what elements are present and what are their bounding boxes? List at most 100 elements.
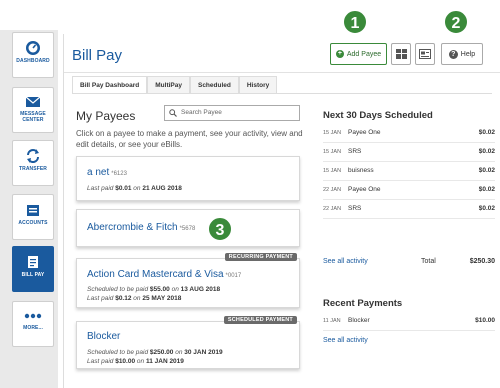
payee-name: Action Card Mastercard & Visa *0017: [87, 269, 242, 280]
page-title: Bill Pay: [72, 47, 123, 64]
tab-divider: [72, 93, 492, 94]
payees-description: Click on a payee to make a payment, see …: [76, 129, 303, 149]
sidebar-item-transfer[interactable]: TRANSFER: [12, 140, 54, 186]
callout-marker-2: 2: [443, 9, 469, 35]
help-label: Help: [460, 50, 476, 58]
payee-account: *6123: [111, 171, 127, 177]
total-value: $250.30: [469, 258, 495, 265]
payees-title: My Payees: [76, 109, 136, 123]
add-payee-button[interactable]: + Add Payee: [330, 43, 387, 65]
payee-card[interactable]: SCHEDULED PAYMENT Blocker Scheduled to b…: [76, 316, 300, 369]
accounts-icon: [27, 205, 39, 216]
search-placeholder: Search Payee: [181, 109, 222, 116]
row-divider: [323, 142, 495, 143]
callout-marker-3: 3: [207, 216, 233, 242]
sidebar-item-label: MESSAGE CENTER: [20, 111, 46, 123]
sidebar-item-label: TRANSFER: [18, 166, 48, 172]
payee-name: Blocker: [87, 331, 121, 342]
help-button[interactable]: ? Help: [441, 43, 483, 65]
row-payee: SRS: [348, 205, 362, 212]
last-paid-line: Last paid $0.01 on 21 AUG 2018: [87, 185, 182, 192]
grid-view-icon: [395, 49, 407, 59]
callout-marker-1: 1: [342, 9, 368, 35]
scheduled-row[interactable]: 15 JAN Payee One $0.02: [323, 125, 495, 143]
bill-pay-icon: [28, 256, 38, 268]
row-amount: $0.02: [478, 148, 495, 155]
sidebar-item-accounts[interactable]: ACCOUNTS: [12, 194, 54, 240]
sidebar-item-label: ACCOUNTS: [18, 220, 48, 226]
scheduled-row[interactable]: 22 JAN Payee One $0.02: [323, 182, 495, 200]
tab-bar: Bill Pay Dashboard MultiPay Scheduled Hi…: [72, 76, 278, 94]
tab-history[interactable]: History: [238, 76, 278, 94]
row-divider: [323, 161, 495, 162]
bill-card-icon: [419, 49, 431, 59]
app-frame: DASHBOARD MESSAGE CENTER TRANSFER ACCOUN…: [0, 0, 500, 388]
total-label: Total: [421, 258, 436, 265]
row-payee: Payee One: [348, 186, 381, 193]
row-date: 15 JAN: [323, 149, 342, 155]
scheduled-row[interactable]: 15 JAN SRS $0.02: [323, 144, 495, 162]
row-date: 15 JAN: [323, 130, 342, 136]
row-payee: SRS: [348, 148, 362, 155]
header-divider: [64, 72, 500, 73]
main-panel: Bill Pay + Add Payee ? Help Bill Pay Das…: [63, 34, 500, 388]
row-divider: [323, 180, 495, 181]
payee-card[interactable]: RECURRING PAYMENT Action Card Mastercard…: [76, 253, 300, 308]
tab-multipay[interactable]: MultiPay: [147, 76, 190, 94]
row-date: 22 JAN: [323, 187, 342, 193]
row-divider: [323, 330, 495, 331]
row-divider: [323, 218, 495, 219]
question-icon: ?: [448, 49, 458, 59]
payee-name: a net *6123: [87, 167, 127, 178]
dashboard-icon: [26, 41, 40, 55]
payee-account: *5678: [179, 226, 196, 232]
scheduled-payment-badge: SCHEDULED PAYMENT: [223, 316, 297, 324]
search-payee-input[interactable]: Search Payee: [164, 105, 300, 121]
envelope-icon: [25, 96, 41, 107]
scheduled-row[interactable]: 15 JAN buisness $0.02: [323, 163, 495, 181]
row-payee: Payee One: [348, 129, 381, 136]
row-payee: buisness: [348, 167, 374, 174]
see-all-recent-link[interactable]: See all activity: [323, 337, 368, 344]
search-icon: [169, 109, 177, 117]
add-payee-label: Add Payee: [346, 50, 382, 58]
payee-card[interactable]: a net *6123 Last paid $0.01 on 21 AUG 201…: [76, 156, 300, 201]
see-all-scheduled-link[interactable]: See all activity: [323, 258, 368, 265]
scheduled-title: Next 30 Days Scheduled: [323, 110, 433, 121]
plus-icon: +: [335, 50, 344, 58]
row-amount: $0.02: [478, 205, 495, 212]
recent-payments-title: Recent Payments: [323, 298, 403, 309]
payee-account: *0017: [225, 273, 242, 279]
row-amount: $0.02: [478, 186, 495, 193]
recurring-payment-badge: RECURRING PAYMENT: [224, 253, 297, 261]
view-toggle-button[interactable]: [391, 43, 411, 65]
sidebar-item-more[interactable]: MORE...: [12, 301, 54, 347]
sidebar-item-label: BILL PAY: [21, 272, 45, 278]
recent-row[interactable]: 11 JAN Blocker $10.00: [323, 313, 495, 331]
transfer-arrows-icon: [27, 149, 39, 163]
sidebar-item-label: DASHBOARD: [16, 58, 50, 64]
scheduled-row[interactable]: 22 JAN SRS $0.02: [323, 201, 495, 219]
tab-bill-pay-dashboard[interactable]: Bill Pay Dashboard: [72, 76, 148, 94]
sidebar-item-label: MORE...: [23, 325, 43, 331]
sidebar-item-message-center[interactable]: MESSAGE CENTER: [12, 87, 54, 133]
payee-name: Abercrombie & Fitch *5678: [87, 222, 196, 233]
sidebar: DASHBOARD MESSAGE CENTER TRANSFER ACCOUN…: [0, 30, 58, 388]
last-paid-line: Last paid $0.12 on 25 MAY 2018: [87, 295, 182, 302]
scheduled-line: Scheduled to be paid $250.00 on 30 JAN 2…: [87, 349, 223, 356]
more-dots-icon: [24, 313, 42, 319]
tab-scheduled[interactable]: Scheduled: [189, 76, 239, 94]
payee-card[interactable]: Abercrombie & Fitch *5678: [76, 209, 300, 247]
row-date: 15 JAN: [323, 168, 342, 174]
row-amount: $10.00: [475, 317, 495, 324]
row-amount: $0.02: [478, 129, 495, 136]
row-payee: Blocker: [348, 317, 370, 324]
row-amount: $0.02: [478, 167, 495, 174]
row-date: 22 JAN: [323, 206, 342, 212]
row-divider: [323, 199, 495, 200]
sidebar-item-dashboard[interactable]: DASHBOARD: [12, 32, 54, 78]
sidebar-item-bill-pay[interactable]: BILL PAY: [12, 246, 54, 292]
ebill-button[interactable]: [415, 43, 435, 65]
last-paid-line: Last paid $10.00 on 11 JAN 2019: [87, 358, 184, 365]
row-date: 11 JAN: [323, 318, 341, 324]
